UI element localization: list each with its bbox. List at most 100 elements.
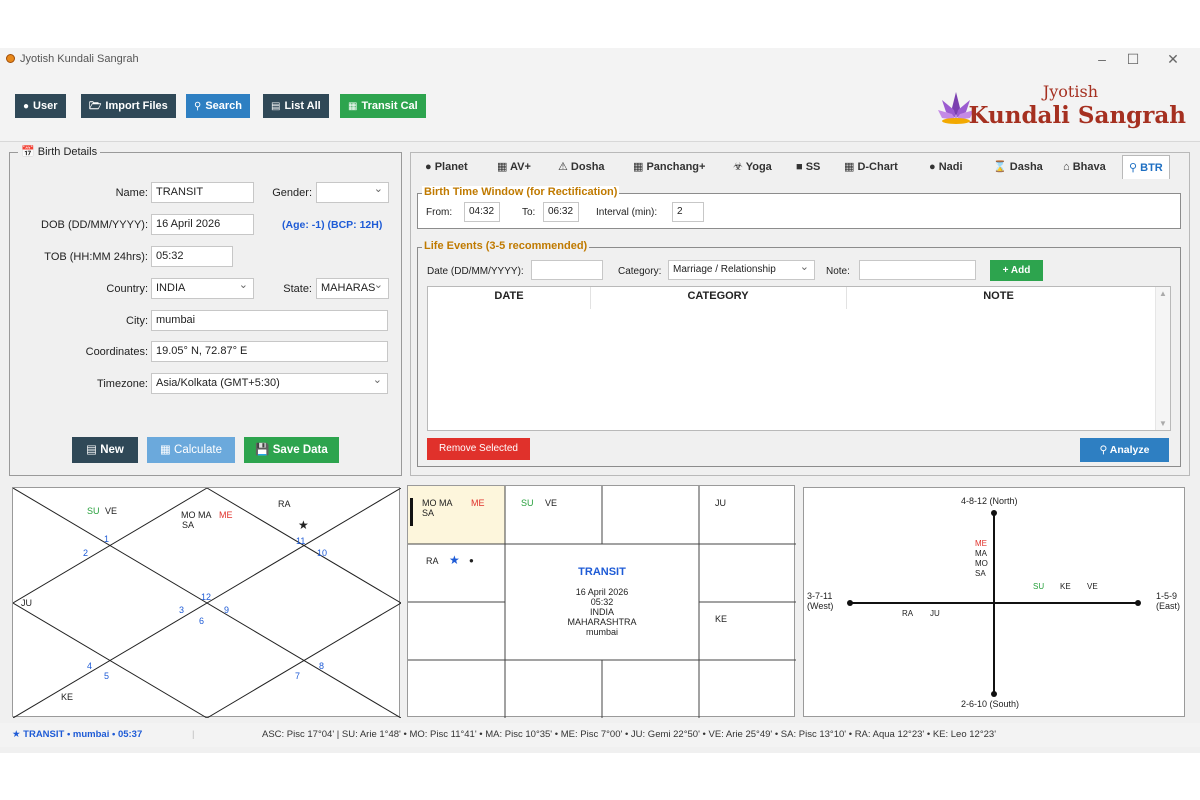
close-button[interactable]: ✕ [1158, 50, 1188, 68]
yoga-icon: ☣ [733, 161, 746, 173]
add-event-button[interactable]: + Add [990, 260, 1043, 281]
to-field[interactable]: 06:32 [543, 202, 579, 222]
birth-time-window-title: Birth Time Window (for Rectification) [422, 186, 620, 198]
house-icon: ⌂ [1063, 161, 1073, 173]
planet-sa: SA [422, 508, 435, 518]
transit-cal-button[interactable]: ▦ Transit Cal [340, 94, 426, 118]
coordinates-field[interactable]: 19.05° N, 72.87° E [151, 341, 388, 362]
state-label: State: [283, 283, 312, 295]
warning-icon: ⚠ [558, 161, 571, 173]
gender-select[interactable] [316, 182, 389, 203]
west-label: 3-7-11 [807, 591, 833, 601]
folder-icon: 🗁 [89, 101, 102, 112]
house-number-4: 4 [87, 661, 93, 671]
planet-mo: MO [975, 559, 988, 568]
category-select[interactable]: Marriage / Relationship [668, 260, 815, 280]
date-label: Date (DD/MM/YYYY): [427, 266, 524, 277]
directional-cross-chart: 4-8-12 (North) 2-6-10 (South) 3-7-11 (We… [803, 487, 1185, 717]
timezone-select[interactable]: Asia/Kolkata (GMT+5:30) [151, 373, 388, 394]
planet-su: SU [87, 506, 100, 516]
planet-sa: SA [182, 520, 195, 530]
search-icon: ⚲ [194, 101, 202, 112]
south-indian-chart: MO MA ME SA SU VE JU RA ★ ● KE TRANSIT 1… [407, 485, 796, 718]
planet-sa: SA [975, 569, 986, 578]
note-field[interactable] [859, 260, 976, 280]
dot-icon: ● [469, 556, 474, 565]
import-files-button[interactable]: 🗁 Import Files [81, 94, 176, 118]
dob-label: DOB (DD/MM/YYYY): [41, 219, 148, 231]
calculate-button[interactable]: ▦ Calculate [147, 437, 235, 463]
state-select[interactable]: MAHARAS [316, 278, 389, 299]
analysis-tabs-panel: ● Planet ▦ AV+ ⚠ Dosha ▦ Panchang+ ☣ Yog… [410, 152, 1190, 476]
list-all-button[interactable]: ▤ List All [263, 94, 329, 118]
birth-details-title: 📅 Birth Details [18, 145, 101, 158]
planet-ju: JU [715, 498, 726, 508]
planet-ve: VE [105, 506, 118, 516]
column-note: NOTE [983, 290, 1014, 302]
tob-field[interactable]: 05:32 [151, 246, 233, 267]
tab-planet[interactable]: ● Planet [425, 155, 468, 179]
calendar-icon: 📅 [21, 146, 38, 158]
east-label: 1-5-9 [1156, 591, 1178, 601]
list-icon: ▤ [271, 101, 281, 112]
category-label: Category: [618, 266, 662, 277]
calendar-icon: ▦ [348, 101, 358, 112]
tab-panchang[interactable]: ▦ Panchang+ [633, 155, 705, 179]
center-title: TRANSIT [578, 566, 626, 578]
tab-av[interactable]: ▦ AV+ [497, 155, 531, 179]
new-button[interactable]: ▤ New [72, 437, 138, 463]
tab-dasha[interactable]: ⌛ Dasha [993, 155, 1043, 179]
city-label: City: [126, 315, 148, 327]
house-number-1: 1 [104, 534, 110, 544]
app-window: Jyotish Kundali Sangrah – ☐ ✕ ● User 🗁 Imp… [0, 48, 1200, 753]
tab-strip: ● Planet ▦ AV+ ⚠ Dosha ▦ Panchang+ ☣ Yog… [411, 153, 1189, 179]
column-category: CATEGORY [687, 290, 749, 302]
tab-ss[interactable]: ■ SS [796, 155, 820, 179]
window-title: Jyotish Kundali Sangrah [20, 53, 139, 65]
search-button[interactable]: ⚲ Search [186, 94, 251, 118]
ss-icon: ■ [796, 161, 806, 173]
event-date-field[interactable] [531, 260, 603, 280]
from-field[interactable]: 04:32 [464, 202, 500, 222]
minimize-button[interactable]: – [1087, 50, 1117, 68]
save-data-button[interactable]: 💾 Save Data [244, 437, 339, 463]
interval-field[interactable]: 2 [672, 202, 704, 222]
hourglass-icon: ⌛ [993, 161, 1010, 173]
name-label: Name: [115, 187, 148, 199]
country-label: Country: [106, 283, 148, 295]
remove-selected-button[interactable]: Remove Selected [427, 438, 530, 460]
center-details: 16 April 2026 05:32 INDIA MAHARASHTRA mu… [567, 587, 637, 637]
house-number-3: 3 [179, 605, 185, 615]
planet-ju: JU [930, 609, 940, 618]
user-button[interactable]: ● User [15, 94, 66, 118]
to-label: To: [522, 207, 536, 218]
coordinates-label: Coordinates: [85, 346, 148, 358]
analyze-button[interactable]: ⚲ Analyze [1080, 438, 1169, 462]
city-field[interactable]: mumbai [151, 310, 388, 331]
planet-ra: RA [902, 609, 914, 618]
planet-su: SU [521, 498, 534, 508]
house-number-9: 9 [224, 605, 230, 615]
country-select[interactable]: INDIA [151, 278, 254, 299]
tab-dosha[interactable]: ⚠ Dosha [558, 155, 605, 179]
age-text: (Age: -1) (BCP: 12H) [282, 219, 383, 231]
life-events-table: DATE CATEGORY NOTE ▲ ▼ [427, 286, 1171, 431]
maximize-button[interactable]: ☐ [1118, 50, 1148, 68]
planet-ve: VE [1087, 582, 1098, 591]
tab-d-chart[interactable]: ▦ D-Chart [844, 155, 898, 179]
tab-bhava[interactable]: ⌂ Bhava [1063, 155, 1106, 179]
table-scrollbar[interactable]: ▲ ▼ [1155, 287, 1170, 430]
dob-field[interactable]: 16 April 2026 [151, 214, 254, 235]
tab-btr[interactable]: ⚲ BTR [1122, 155, 1170, 179]
house-number-11: 11 [296, 536, 306, 546]
planet-ke: KE [1060, 582, 1071, 591]
planet-su: SU [1033, 582, 1045, 591]
name-field[interactable]: TRANSIT [151, 182, 254, 203]
tab-yoga[interactable]: ☣ Yoga [733, 155, 772, 179]
logo-title: Kundali Sangrah [968, 102, 1186, 129]
grid-icon: ▦ [497, 161, 511, 173]
app-icon [6, 54, 15, 63]
north-indian-chart: SU VE MO MA ME SA RA ★ JU KE 1 2 3 4 5 6… [12, 487, 401, 718]
calendar-icon: ▦ [633, 161, 647, 173]
tab-nadi[interactable]: ● Nadi [929, 155, 963, 179]
